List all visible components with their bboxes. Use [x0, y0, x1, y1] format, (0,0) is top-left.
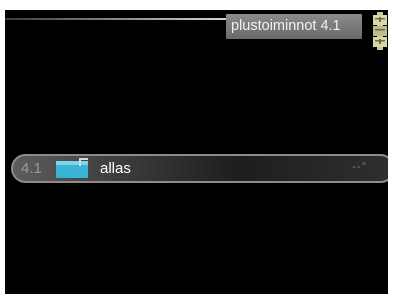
menu-item-label: allas — [100, 160, 131, 177]
menu-item-pool[interactable]: 4.1 allas --° — [11, 154, 388, 183]
scroll-indicator-icon[interactable] — [372, 12, 388, 50]
menu-item-value: --° — [352, 161, 367, 173]
pool-icon — [56, 158, 92, 178]
display-screen: plustoiminnot 4.1 4.1 allas --° — [5, 10, 388, 294]
menu-item-number: 4.1 — [21, 160, 42, 177]
header-divider — [5, 18, 230, 20]
menu-title: plustoiminnot 4.1 — [226, 14, 362, 39]
